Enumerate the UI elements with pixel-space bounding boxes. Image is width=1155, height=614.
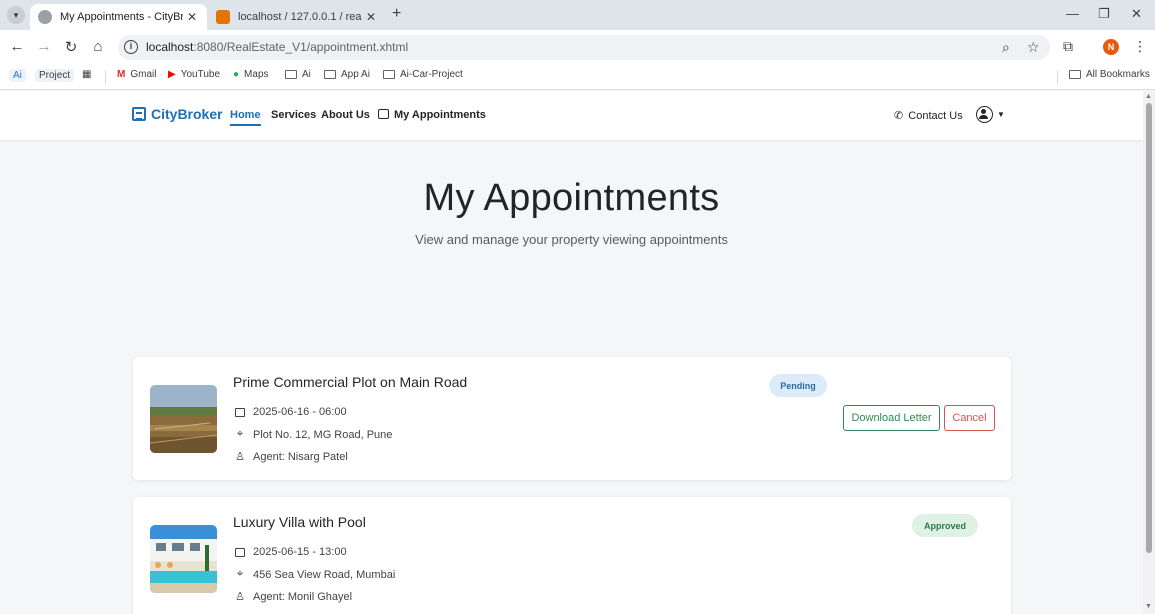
contact-us-link[interactable]: ✆ Contact Us — [894, 109, 963, 122]
maps-pin-icon: ● — [233, 69, 240, 80]
tab-title: My Appointments - CityBroker — [60, 11, 183, 23]
globe-favicon-icon — [38, 10, 52, 24]
scroll-up-icon[interactable]: ▲ — [1145, 93, 1152, 100]
page-scrollbar[interactable]: ▲ ▼ — [1143, 91, 1155, 614]
profile-avatar[interactable]: N — [1103, 39, 1119, 55]
user-circle-icon — [976, 106, 993, 123]
agent-name: ♙ Agent: Monil Ghayel — [233, 590, 352, 604]
nav-services[interactable]: Services — [271, 109, 316, 121]
page-subtitle: View and manage your property viewing ap… — [415, 232, 728, 247]
calendar-icon — [233, 547, 247, 557]
tab-close-icon[interactable]: ✕ — [362, 10, 380, 24]
window-close-icon[interactable]: ✕ — [1131, 6, 1142, 22]
property-address: ⌖ 456 Sea View Road, Mumbai — [233, 568, 395, 581]
reload-icon[interactable]: ↻ — [62, 38, 80, 56]
browser-toolbar: ← → ↻ ⌂ i localhost:8080/RealEstate_V1/a… — [0, 30, 1155, 64]
property-image — [150, 525, 217, 593]
back-icon[interactable]: ← — [8, 38, 26, 55]
appointment-datetime: 2025-06-15 - 13:00 — [233, 546, 347, 558]
brand-name: CityBroker — [151, 106, 223, 122]
gmail-icon: M — [117, 69, 126, 80]
tab-title: localhost / 127.0.0.1 / real_estate — [238, 11, 362, 23]
location-pin-icon: ⌖ — [236, 428, 244, 440]
site-info-icon[interactable]: i — [124, 40, 138, 54]
calendar-icon — [233, 407, 247, 417]
home-icon[interactable]: ⌂ — [89, 38, 107, 55]
brand-logo[interactable]: CityBroker — [132, 106, 223, 122]
appointment-datetime: 2025-06-16 - 06:00 — [233, 406, 347, 418]
person-icon: ♙ — [235, 591, 245, 603]
cancel-button[interactable]: Cancel — [944, 405, 995, 431]
nav-my-appointments[interactable]: My Appointments — [378, 109, 486, 121]
minimize-icon[interactable]: — — [1066, 6, 1079, 21]
calendar-check-icon — [378, 109, 389, 119]
scroll-down-icon[interactable]: ▼ — [1145, 603, 1152, 610]
bookmark-star-icon[interactable]: ☆ — [1027, 39, 1040, 56]
tab-search-icon[interactable]: ▾ — [7, 6, 25, 24]
bookmark-project[interactable]: Project — [35, 69, 75, 82]
bookmark-gmail[interactable]: M Gmail — [117, 69, 156, 80]
user-menu-toggle[interactable]: ▼ — [976, 106, 1005, 123]
zoom-icon[interactable]: ⌕ — [1002, 39, 1010, 56]
extensions-icon[interactable]: ⧉ — [1063, 38, 1073, 55]
site-navbar: CityBroker Home Services About Us My App… — [0, 91, 1143, 140]
all-bookmarks[interactable]: All Bookmarks — [1069, 69, 1150, 80]
nav-about-us[interactable]: About Us — [321, 109, 370, 121]
bookmark-separator — [105, 70, 106, 84]
building-icon — [132, 107, 146, 121]
bookmark-ai[interactable]: Ai — [9, 69, 26, 82]
bookmark-youtube[interactable]: ▶ YouTube — [168, 69, 220, 80]
folder-icon — [1069, 70, 1081, 79]
nav-home[interactable]: Home — [230, 109, 261, 126]
status-badge: Approved — [912, 514, 978, 537]
bookmark-separator — [1057, 70, 1058, 84]
caret-down-icon: ▼ — [997, 110, 1005, 119]
tab-close-icon[interactable]: ✕ — [183, 10, 201, 24]
browser-tabstrip: ▾ My Appointments - CityBroker ✕ localho… — [0, 0, 1155, 30]
property-title: Prime Commercial Plot on Main Road — [233, 374, 468, 390]
folder-icon — [285, 70, 297, 79]
new-tab-button[interactable]: + — [392, 5, 401, 23]
address-bar[interactable]: i localhost:8080/RealEstate_V1/appointme… — [118, 35, 1050, 60]
apps-grid-icon[interactable]: ▦ — [82, 69, 91, 80]
bookmark-folder-ai-car-project[interactable]: Ai-Car-Project — [383, 69, 463, 80]
folder-icon — [324, 70, 336, 79]
restore-icon[interactable]: ❐ — [1098, 6, 1110, 22]
person-icon: ♙ — [235, 451, 245, 463]
phone-icon: ✆ — [894, 110, 904, 122]
agent-name: ♙ Agent: Nisarg Patel — [233, 450, 348, 464]
property-address: ⌖ Plot No. 12, MG Road, Pune — [233, 428, 393, 441]
folder-icon — [383, 70, 395, 79]
bookmarks-bar: Ai Project ▦ M Gmail ▶ YouTube ● Maps Ai… — [0, 64, 1155, 90]
scroll-thumb[interactable] — [1146, 103, 1152, 553]
phpmyadmin-favicon-icon — [216, 10, 230, 24]
status-badge: Pending — [769, 374, 827, 397]
property-image — [150, 385, 217, 453]
web-page: CityBroker Home Services About Us My App… — [0, 91, 1143, 614]
location-pin-icon: ⌖ — [236, 568, 244, 580]
bookmark-folder-ai[interactable]: Ai — [285, 69, 311, 80]
browser-tab-active[interactable]: My Appointments - CityBroker ✕ — [30, 4, 207, 30]
browser-menu-icon[interactable]: ⋮ — [1133, 38, 1147, 55]
browser-tab[interactable]: localhost / 127.0.0.1 / real_estate ✕ — [208, 4, 386, 30]
bookmark-folder-app-ai[interactable]: App Ai — [324, 69, 370, 80]
youtube-icon: ▶ — [168, 69, 176, 80]
bookmark-maps[interactable]: ● Maps — [233, 69, 269, 80]
property-title: Luxury Villa with Pool — [233, 514, 366, 530]
forward-icon[interactable]: → — [35, 38, 53, 55]
page-title: My Appointments — [423, 177, 720, 219]
address-url[interactable]: localhost:8080/RealEstate_V1/appointment… — [146, 40, 408, 54]
appointment-card: Luxury Villa with Pool 2025-06-15 - 13:0… — [133, 497, 1011, 614]
download-letter-button[interactable]: Download Letter — [843, 405, 940, 431]
appointment-card: Prime Commercial Plot on Main Road 2025-… — [133, 357, 1011, 480]
